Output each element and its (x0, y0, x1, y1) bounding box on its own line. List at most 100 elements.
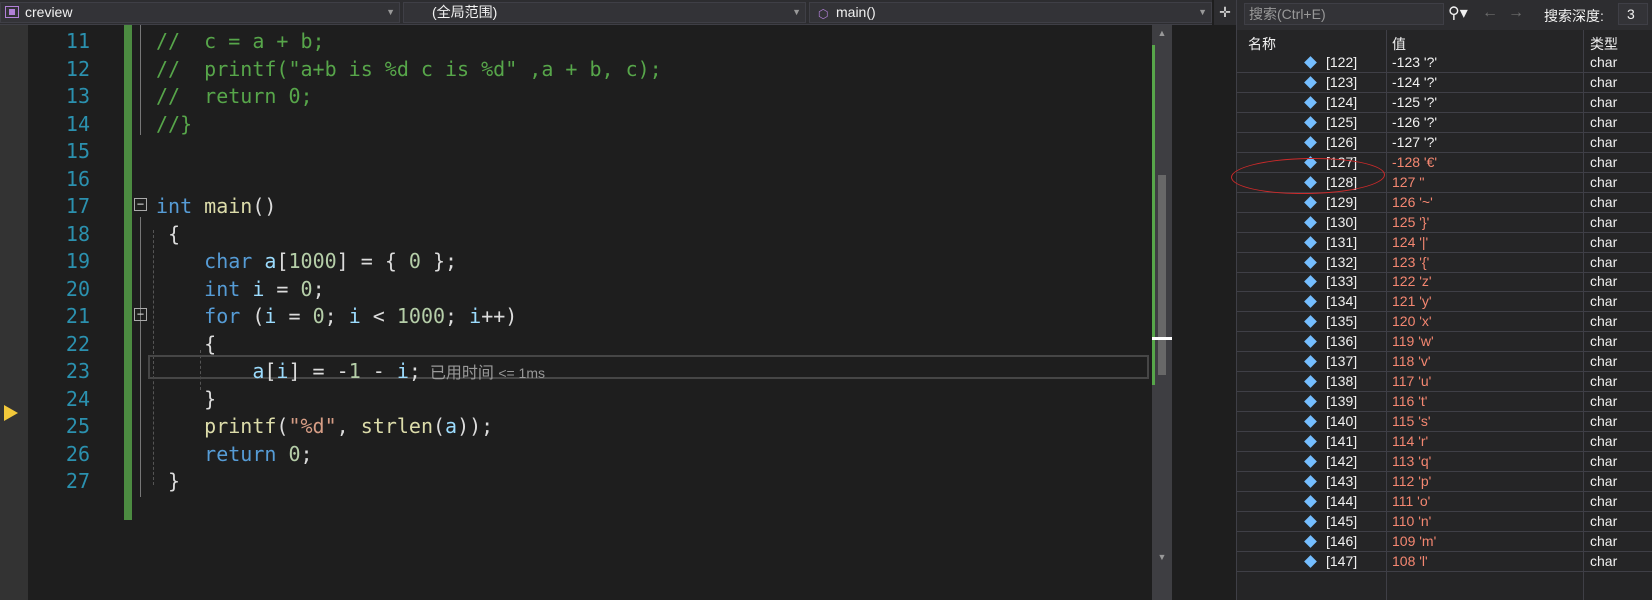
watch-row[interactable]: [136] 119 'w' char (1236, 332, 1652, 353)
watch-row[interactable]: [134] 121 'y' char (1236, 292, 1652, 313)
watch-row-value[interactable]: 114 'r' (1392, 432, 1428, 451)
watch-row[interactable]: [123] -124 '?' char (1236, 73, 1652, 93)
watch-row-value[interactable]: 122 'z' (1392, 272, 1432, 291)
code-line[interactable]: 22 { (28, 330, 1218, 359)
watch-row-value[interactable]: 112 'p' (1392, 472, 1431, 491)
watch-row[interactable]: [146] 109 'm' char (1236, 532, 1652, 552)
watch-row-value[interactable]: -127 '?' (1392, 133, 1437, 152)
watch-row[interactable]: [126] -127 '?' char (1236, 133, 1652, 153)
watch-row-value[interactable]: 125 '}' (1392, 213, 1429, 232)
scrollbar-thumb[interactable] (1158, 175, 1166, 375)
code-editor[interactable]: 11 // c = a + b; 12 // printf("a+b is %d c … (28, 25, 1218, 600)
watch-row[interactable]: [129] 126 '~' char (1236, 193, 1652, 213)
watch-row-value[interactable]: 124 '|' (1392, 233, 1428, 252)
watch-row-value[interactable]: -126 '?' (1392, 113, 1437, 132)
scroll-down-icon[interactable]: ▼ (1152, 549, 1172, 565)
watch-row[interactable]: [135] 120 'x' char (1236, 312, 1652, 333)
code-line[interactable]: 20 int i = 0; (28, 275, 1218, 304)
scroll-up-icon[interactable]: ▲ (1152, 25, 1172, 41)
watch-row-value[interactable]: 120 'x' (1392, 312, 1432, 331)
watch-row-value[interactable]: -125 '?' (1392, 93, 1437, 112)
watch-row-value[interactable]: 113 'q' (1392, 452, 1431, 471)
watch-row[interactable]: [142] 113 'q' char (1236, 452, 1652, 472)
scope-dropdown[interactable]: (全局范围) ▼ (403, 2, 806, 23)
code-line[interactable]: 12 // printf("a+b is %d c is %d" ,a + b, … (28, 55, 1218, 84)
perf-tip[interactable]: 已用时间 <= 1ms (421, 365, 545, 382)
code-line[interactable]: 18 { (28, 220, 1218, 249)
watch-row[interactable]: [147] 108 'l' char (1236, 552, 1652, 572)
code-line[interactable]: 25 printf("%d", strlen(a)); (28, 412, 1218, 441)
watch-row[interactable]: [130] 125 '}' char (1236, 213, 1652, 233)
watch-row-value[interactable]: -128 '€' (1392, 153, 1437, 172)
watch-row-value[interactable]: 117 'u' (1392, 372, 1431, 391)
collapse-toggle-icon[interactable]: − (134, 308, 147, 321)
watch-row-value[interactable]: 126 '~' (1392, 193, 1433, 212)
code-line[interactable]: 16 (28, 165, 1218, 194)
search-back-icon[interactable]: ← (1482, 4, 1498, 22)
search-icon[interactable]: ⚲▾ (1448, 3, 1468, 23)
watch-row[interactable]: [144] 111 'o' char (1236, 492, 1652, 512)
search-depth-label: 搜索深度: (1544, 8, 1604, 24)
code-line[interactable]: 26 return 0; (28, 440, 1218, 469)
watch-row[interactable]: [138] 117 'u' char (1236, 372, 1652, 393)
code-line[interactable]: 13 // return 0; (28, 82, 1218, 111)
watch-row-name: [130] (1326, 213, 1358, 230)
code-line[interactable]: 15 (28, 137, 1218, 166)
watch-row-name: [144] (1326, 492, 1358, 509)
code-token: { (156, 331, 217, 356)
panel-divider[interactable] (1236, 0, 1237, 600)
watch-row-value[interactable]: 115 's' (1392, 412, 1431, 431)
watch-row[interactable]: [143] 112 'p' char (1236, 472, 1652, 492)
column-header-name[interactable]: 名称 (1248, 34, 1276, 54)
watch-row[interactable]: [145] 110 'n' char (1236, 512, 1652, 532)
code-line[interactable]: 17 − int main() (28, 192, 1218, 221)
glyph-margin[interactable] (0, 25, 28, 600)
watch-row-value[interactable]: 108 'l' (1392, 552, 1428, 571)
watch-row-value[interactable]: 119 'w' (1392, 332, 1434, 351)
collapse-toggle-icon[interactable]: − (134, 198, 147, 211)
editor-vertical-scrollbar[interactable]: ▲ ▼ (1152, 25, 1172, 600)
code-token: 1000 (396, 304, 446, 328)
watch-row[interactable]: [132] 123 '{' char (1236, 253, 1652, 273)
watch-row[interactable]: [137] 118 'v' char (1236, 352, 1652, 373)
field-cube-icon (1304, 395, 1317, 409)
code-line[interactable]: 23 a[i] = -1 - i; 已用时间 <= 1ms (28, 357, 1218, 386)
watch-row[interactable]: [124] -125 '?' char (1236, 93, 1652, 113)
watch-row-value[interactable]: -124 '?' (1392, 73, 1437, 92)
column-header-type[interactable]: 类型 (1590, 34, 1618, 54)
watch-row[interactable]: [140] 115 's' char (1236, 412, 1652, 433)
split-editor-button[interactable]: ✛ (1214, 0, 1236, 25)
project-dropdown[interactable]: creview ▼ (0, 2, 400, 23)
code-line[interactable]: 14 //} (28, 110, 1218, 139)
code-line[interactable]: 19 char a[1000] = { 0 }; (28, 247, 1218, 276)
watch-search-input[interactable]: 搜索(Ctrl+E) (1244, 3, 1444, 25)
watch-row-value[interactable]: 110 'n' (1392, 512, 1431, 531)
field-cube-icon (1304, 315, 1317, 329)
code-token: for (204, 304, 241, 328)
watch-row-value[interactable]: 111 'o' (1392, 492, 1430, 511)
watch-row-value[interactable]: 123 '{' (1392, 253, 1429, 272)
code-text: } (156, 467, 180, 496)
search-depth-select[interactable]: 3 (1618, 3, 1648, 25)
watch-row[interactable]: [122] -123 '?' char (1236, 53, 1652, 73)
code-line[interactable]: 11 // c = a + b; (28, 27, 1218, 56)
watch-row-value[interactable]: 118 'v' (1392, 352, 1431, 371)
watch-row-value[interactable]: 116 't' (1392, 392, 1427, 411)
watch-row[interactable]: [125] -126 '?' char (1236, 113, 1652, 133)
watch-row[interactable]: [133] 122 'z' char (1236, 272, 1652, 293)
column-header-value[interactable]: 值 (1392, 34, 1406, 54)
code-line[interactable]: 21− for (i = 0; i < 1000; i++) (28, 302, 1218, 331)
watch-row-value[interactable]: 109 'm' (1392, 532, 1436, 551)
watch-row[interactable]: [131] 124 '|' char (1236, 233, 1652, 253)
search-forward-icon[interactable]: → (1508, 4, 1524, 22)
watch-row-value[interactable]: -123 '?' (1392, 53, 1437, 72)
watch-row-value[interactable]: 121 'y' (1392, 292, 1432, 311)
code-token: ; (408, 359, 421, 383)
function-dropdown[interactable]: ⬡ main() ▼ (809, 2, 1212, 23)
watch-row-value[interactable]: 127 '' (1392, 173, 1425, 192)
watch-row[interactable]: [139] 116 't' char (1236, 392, 1652, 413)
code-line[interactable]: 27 } (28, 467, 1218, 496)
watch-row[interactable]: [141] 114 'r' char (1236, 432, 1652, 453)
code-line[interactable]: 24 } (28, 385, 1218, 414)
